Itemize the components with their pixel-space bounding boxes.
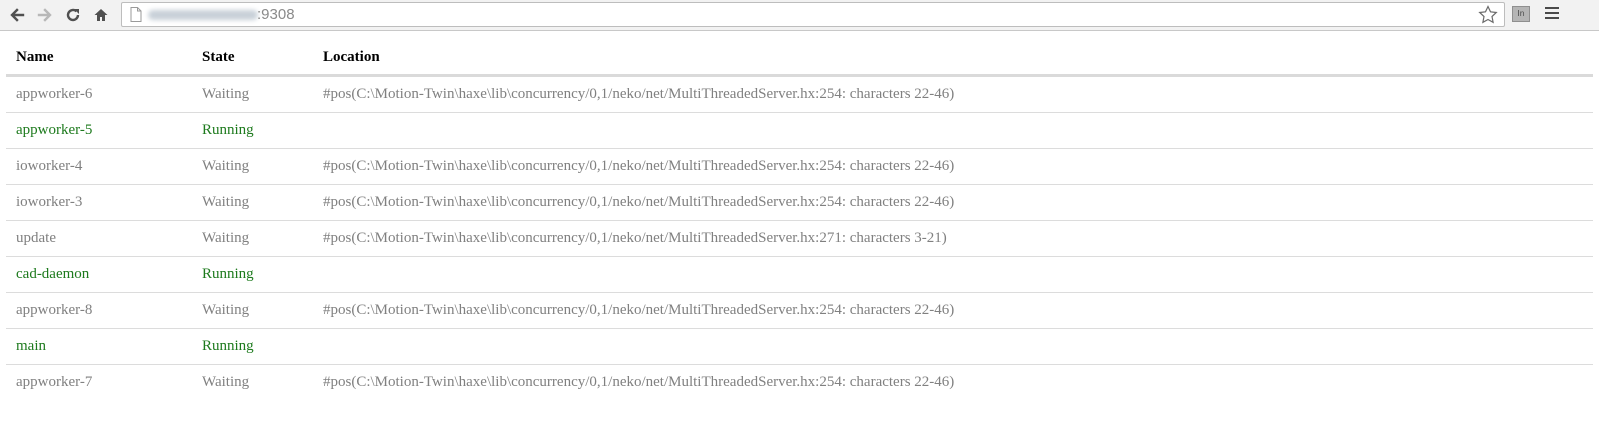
cell-state: Running [192,256,313,293]
table-row: cad-daemon Running [6,256,1593,293]
cell-location: #pos(C:\Motion-Twin\haxe\lib\concurrency… [313,292,1593,329]
cell-location [313,112,1593,149]
star-icon[interactable] [1478,5,1498,29]
address-bar[interactable]: :9308 [121,2,1505,27]
table-header-row: Name State Location [6,42,1593,77]
forward-icon[interactable] [34,4,56,26]
cell-location: #pos(C:\Motion-Twin\haxe\lib\concurrency… [313,148,1593,185]
cell-name: ioworker-4 [6,148,192,185]
cell-state: Waiting [192,148,313,185]
cell-location: #pos(C:\Motion-Twin\haxe\lib\concurrency… [313,364,1593,400]
table-row: update Waiting #pos(C:\Motion-Twin\haxe\li… [6,220,1593,257]
cell-location [313,256,1593,293]
cell-location: #pos(C:\Motion-Twin\haxe\lib\concurrency… [323,86,955,102]
table-row: appworker-8 Waiting #pos(C:\Motion-Twin\ha… [6,292,1593,329]
cell-state: Waiting [202,86,250,102]
cell-name: cad-daemon [6,256,192,293]
menu-icon[interactable] [1545,7,1559,21]
header-name: Name [6,42,192,77]
page-content: Name State Location appworker-6 Waiting #p… [0,31,1599,400]
table-row: appworker-6 Waiting #pos(C:\Motion-Twin\ha… [6,76,1593,113]
table-row: ioworker-4 Waiting #pos(C:\Motion-Twin\hax… [6,148,1593,185]
threads-table: Name State Location appworker-6 Waiting #p… [6,42,1593,400]
cell-name: appworker-5 [6,112,192,149]
cell-name: update [6,220,192,257]
table-row: ioworker-3 Waiting #pos(C:\Motion-Twin\hax… [6,184,1593,221]
cell-state: Running [192,328,313,365]
cell-location: #pos(C:\Motion-Twin\haxe\lib\concurrency… [313,184,1593,221]
cell-state: Running [192,112,313,149]
url-port: :9308 [257,6,295,23]
table-row: appworker-5 Running [6,112,1593,149]
cell-state: Waiting [192,184,313,221]
browser-toolbar: :9308 In [0,0,1599,31]
back-icon[interactable] [6,4,28,26]
cell-name: ioworker-3 [6,184,192,221]
header-location: Location [313,42,1593,77]
blurred-host [148,10,258,20]
reload-icon[interactable] [62,4,84,26]
table-row: appworker-7 Waiting #pos(C:\Motion-Twin\ha… [6,364,1593,400]
cell-location [313,328,1593,365]
extension-icon[interactable]: In [1512,6,1530,22]
cell-location: #pos(C:\Motion-Twin\haxe\lib\concurrency… [313,220,1593,257]
cell-state: Waiting [192,220,313,257]
table-body: appworker-6 Waiting #pos(C:\Motion-Twin\ha… [6,76,1593,400]
cell-state: Waiting [192,364,313,400]
cell-name: appworker-7 [6,364,192,400]
cell-name: appworker-8 [6,292,192,329]
home-icon[interactable] [90,4,112,26]
cell-state: Waiting [192,292,313,329]
cell-name: appworker-6 [16,86,93,102]
table-row: main Running [6,328,1593,365]
page-icon [130,7,142,27]
cell-name: main [6,328,192,365]
header-state: State [192,42,313,77]
